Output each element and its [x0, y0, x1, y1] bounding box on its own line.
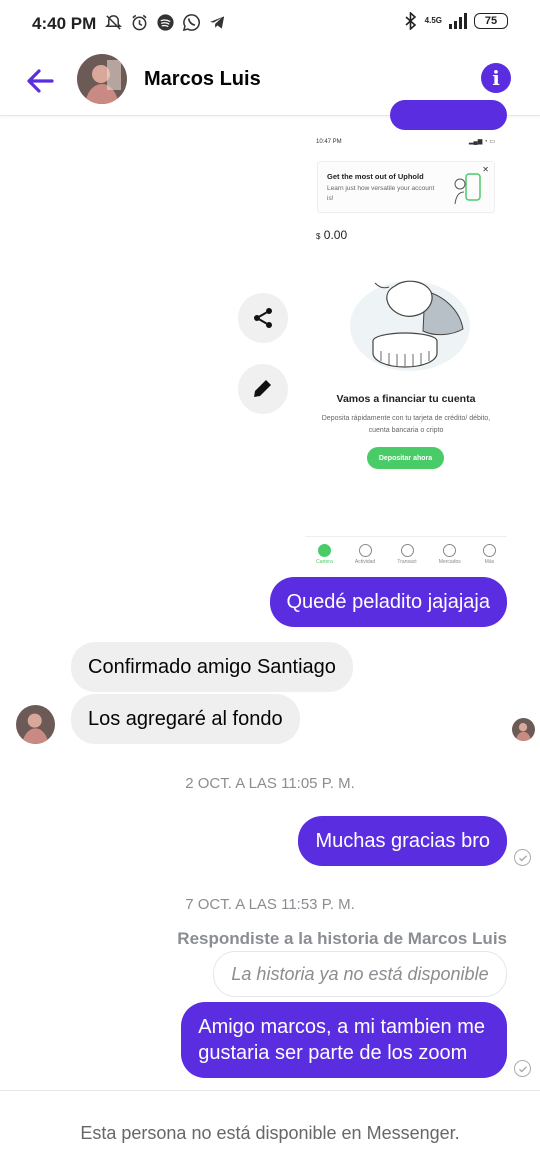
info-icon[interactable]: i — [481, 63, 511, 93]
status-time: 4:40 PM — [32, 14, 97, 33]
image-bottom-nav: Cartera Actividad Transact Mercados Más — [305, 536, 507, 571]
image-card-text: Learn just how versatile your account is… — [327, 185, 435, 202]
sent-check-icon — [514, 849, 531, 866]
image-nav-item: Más — [482, 544, 496, 565]
spotify-icon — [157, 14, 174, 31]
image-wallet-illustration — [454, 173, 481, 205]
avatar-photo — [77, 54, 127, 104]
contact-avatar[interactable] — [77, 54, 127, 104]
previous-message-bubble[interactable] — [390, 100, 507, 130]
sent-check-icon — [514, 1060, 531, 1077]
incoming-message[interactable]: Confirmado amigo Santiago — [71, 642, 353, 692]
unavailable-notice: Esta persona no está disponible en Messe… — [80, 1123, 460, 1143]
message-line: Amigo marcos, a mi tambien me — [198, 1016, 485, 1038]
whatsapp-icon — [182, 14, 200, 32]
sender-avatar[interactable] — [16, 705, 55, 744]
image-promo-card: Get the most out of Uphold Learn just ho… — [317, 161, 495, 213]
image-heading: Vamos a financiar tu cuenta — [336, 393, 476, 405]
mute-bell-icon — [105, 15, 122, 30]
system-icons: 4.5G 75 — [403, 12, 508, 30]
image-nav-item: Transact — [397, 544, 417, 565]
back-arrow-icon — [27, 69, 54, 93]
network-type: 4.5G — [424, 16, 442, 25]
read-receipt-avatar — [512, 718, 535, 741]
image-subtext: Deposita rápidamente con tu tarjeta de c… — [321, 415, 491, 434]
composer-unavailable-footer: Esta persona no está disponible en Messe… — [0, 1090, 540, 1170]
pencil-icon — [254, 380, 271, 397]
alarm-icon — [132, 14, 147, 31]
contact-name[interactable]: Marcos Luis — [144, 68, 261, 91]
timestamp: 2 OCT. A LAS 11:05 P. M. — [185, 775, 355, 792]
image-balance: $ 0.00 — [316, 228, 348, 242]
avatar-photo — [512, 718, 535, 741]
bluetooth-icon — [405, 12, 416, 30]
status-bar: 4:40 PM 4.5G 75 — [0, 0, 540, 50]
image-nav-item: Actividad — [355, 544, 375, 565]
share-button[interactable] — [238, 293, 288, 343]
edit-button[interactable] — [238, 364, 288, 414]
signal-icon — [449, 13, 467, 29]
message-line: gustaria ser parte de los zoom — [198, 1042, 468, 1064]
image-status-time: 10:47 PM — [316, 139, 342, 145]
messenger-screen: 4:40 PM 4.5G 75 Marcos Luis i 10:47 PM ▂… — [0, 0, 540, 1170]
outgoing-message[interactable]: Amigo marcos, a mi tambien me gustaria s… — [181, 1002, 507, 1078]
outgoing-message[interactable]: Muchas gracias bro — [298, 816, 507, 866]
image-card-title: Get the most out of Uphold — [327, 172, 424, 181]
incoming-message[interactable]: Los agregaré al fondo — [71, 694, 300, 744]
avatar-photo — [16, 705, 55, 744]
story-reply-note: Respondiste a la historia de Marcos Luis — [177, 929, 507, 948]
telegram-icon — [209, 16, 225, 29]
back-button[interactable] — [22, 63, 58, 99]
outgoing-message[interactable]: Quedé peladito jajajaja — [269, 577, 507, 627]
shared-image-message[interactable]: 10:47 PM ▂▄▆ ◔ ▭ Get the most out of Uph… — [305, 131, 507, 571]
share-icon — [254, 308, 272, 328]
story-unavailable-box: La historia ya no está disponible — [213, 951, 507, 997]
battery-indicator: 75 — [474, 13, 508, 29]
image-deposit-button: Depositar ahora — [367, 447, 444, 469]
timestamp: 7 OCT. A LAS 11:53 P. M. — [185, 896, 355, 913]
image-nav-item: Cartera — [316, 544, 333, 565]
notification-icons — [104, 13, 227, 32]
image-status-icons: ▂▄▆ ◔ ▭ — [468, 139, 495, 145]
image-piggy-illustration — [350, 280, 470, 371]
image-nav-item: Mercados — [439, 544, 461, 565]
